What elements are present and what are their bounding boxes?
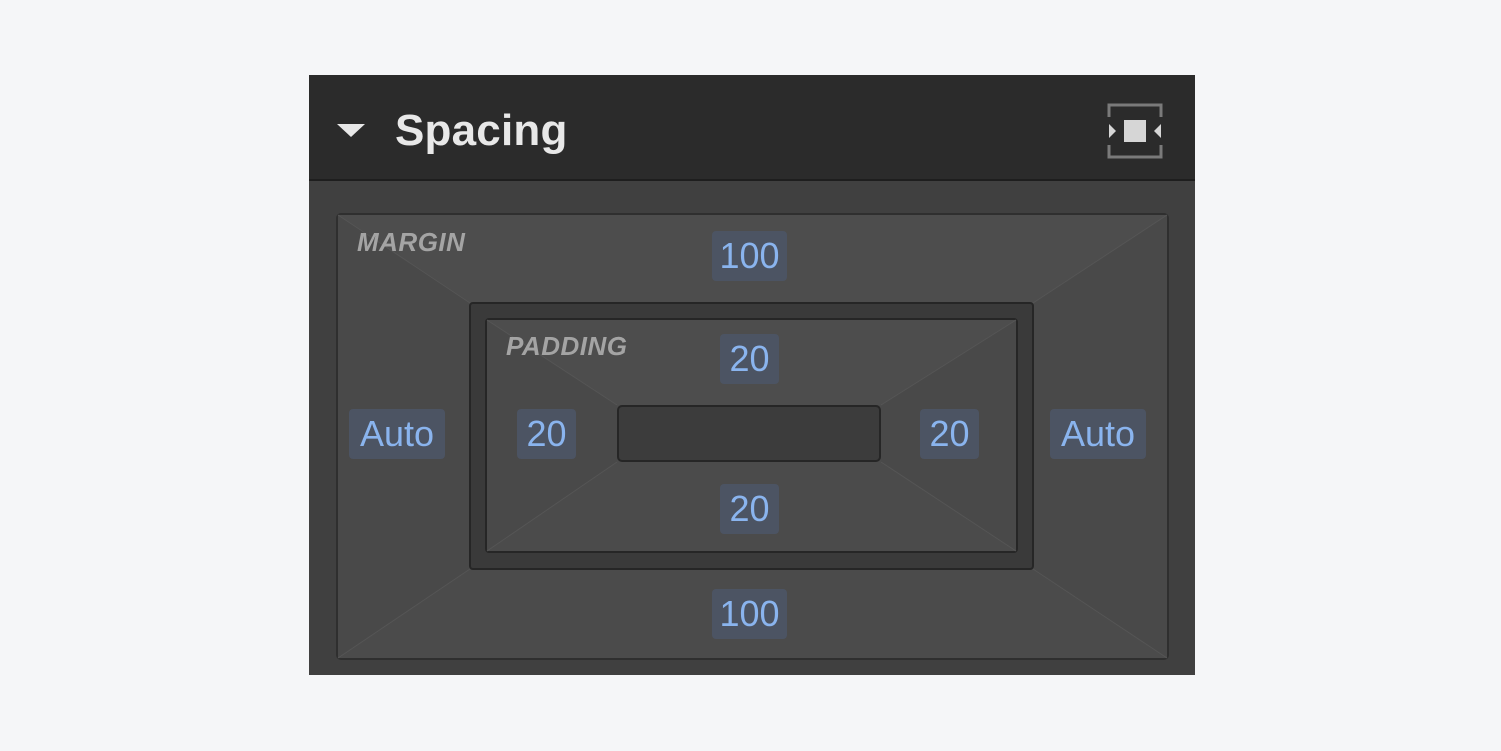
caret-down-icon[interactable] [337, 124, 365, 137]
margin-bottom-value[interactable]: 100 [712, 589, 787, 639]
panel-title: Spacing [395, 106, 568, 155]
padding-bottom-value[interactable]: 20 [720, 484, 779, 534]
spacing-editor: MARGIN PADDING 100 100 Auto Auto 20 20 2… [336, 213, 1169, 660]
margin-top-value[interactable]: 100 [712, 231, 787, 281]
spacing-panel: Spacing MARGIN PADDING 100 100 Auto Auto… [309, 75, 1195, 675]
spacing-box-icon[interactable] [1107, 103, 1163, 159]
panel-header[interactable]: Spacing [309, 75, 1195, 181]
margin-label: MARGIN [357, 227, 466, 257]
margin-right-value[interactable]: Auto [1050, 409, 1146, 459]
padding-right-value[interactable]: 20 [920, 409, 979, 459]
padding-left-value[interactable]: 20 [517, 409, 576, 459]
margin-left-value[interactable]: Auto [349, 409, 445, 459]
content-box [617, 405, 881, 462]
padding-label: PADDING [506, 331, 628, 361]
padding-top-value[interactable]: 20 [720, 334, 779, 384]
